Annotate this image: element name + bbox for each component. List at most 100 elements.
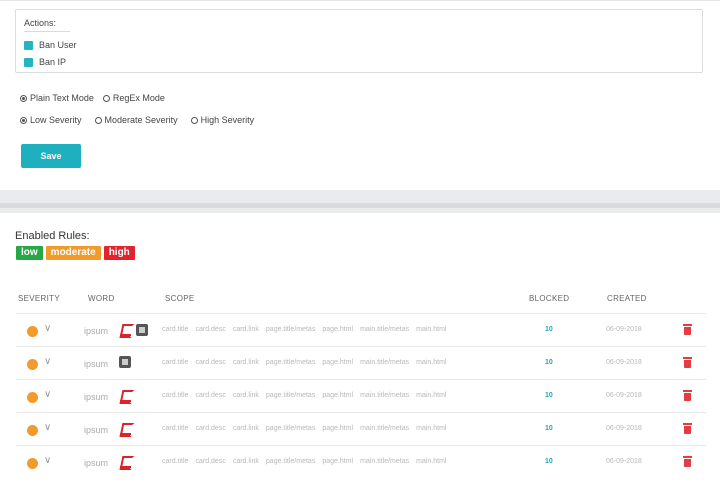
rule-word: ipsum (84, 359, 109, 369)
scope-label: page.title/metas (265, 392, 316, 399)
word-column-header[interactable]: WORD (88, 294, 115, 303)
low-severity-label: Low Severity (30, 115, 82, 125)
scope-label: page.title/metas (265, 326, 316, 333)
radio-unselected-icon[interactable] (190, 116, 198, 124)
rule-scopes: card.title card.desc card.link page.title/m… (162, 425, 453, 432)
moderate-badge: moderate (45, 246, 101, 260)
trash-icon[interactable] (683, 324, 692, 335)
severity-column-header[interactable]: SEVERITY (18, 294, 60, 303)
chevron-down-icon[interactable]: ∨ (44, 455, 51, 466)
chevron-down-icon[interactable]: ∨ (44, 323, 51, 334)
ban-ip-checkbox[interactable]: Ban IP (24, 57, 66, 67)
rule-row: ∨ ipsum card.title card.desc card.link page.t… (16, 379, 706, 412)
plain-text-mode-radio[interactable]: Plain Text Mode (20, 93, 94, 103)
high-badge: high (103, 246, 135, 260)
created-column-header[interactable]: CREATED (607, 294, 647, 303)
rule-row: ∨ ipsum card.title card.desc card.link page.t… (16, 346, 706, 379)
blocked-column-header[interactable]: BLOCKED (529, 294, 569, 303)
plain-text-mode-label: Plain Text Mode (30, 93, 94, 103)
scope-label: card.title (162, 392, 189, 399)
scope-label: page.title/metas (265, 359, 316, 366)
ban-user-checkbox[interactable]: Ban User (24, 40, 77, 50)
severity-radio-group: Low Severity Moderate Severity High Seve… (20, 115, 263, 125)
scope-label: page.html (322, 359, 354, 366)
scope-label: page.html (322, 326, 354, 333)
scope-label: page.title/metas (265, 458, 316, 465)
scope-label: card.desc (195, 359, 226, 366)
mode-radio-group: Plain Text Mode RegEx Mode (20, 93, 174, 103)
scope-label: main.html (416, 425, 447, 432)
regex-mode-radio[interactable]: RegEx Mode (102, 93, 165, 103)
enabled-rules-panel: Enabled Rules: low moderate high SEVERIT… (0, 213, 720, 480)
section-divider (0, 203, 720, 208)
save-button[interactable]: Save (21, 144, 81, 168)
trash-icon[interactable] (683, 456, 692, 467)
low-badge: low (16, 246, 43, 260)
trash-icon[interactable] (683, 423, 692, 434)
moderate-severity-label: Moderate Severity (104, 115, 178, 125)
scope-label: main.html (416, 392, 447, 399)
scope-label: main.title/metas (360, 425, 410, 432)
pdf-icon (119, 422, 131, 435)
created-date: 06-09-2018 (606, 392, 642, 399)
rule-word: ipsum (84, 392, 109, 402)
blocked-count[interactable]: 10 (545, 392, 553, 399)
blocked-count[interactable]: 10 (545, 458, 553, 465)
rule-type-icons (119, 422, 136, 435)
scope-label: page.title/metas (265, 425, 316, 432)
radio-unselected-icon[interactable] (102, 94, 110, 102)
scope-label: main.html (416, 359, 447, 366)
low-severity-radio[interactable]: Low Severity (20, 115, 82, 125)
scope-label: page.html (322, 425, 354, 432)
radio-unselected-icon[interactable] (94, 116, 102, 124)
rule-word: ipsum (84, 425, 109, 435)
high-severity-radio[interactable]: High Severity (190, 115, 254, 125)
rule-scopes: card.title card.desc card.link page.title/m… (162, 392, 453, 399)
rule-type-icons (119, 356, 131, 368)
chevron-down-icon[interactable]: ∨ (44, 356, 51, 367)
scope-label: card.title (162, 458, 189, 465)
rule-row: ∨ ipsum card.title card.desc card.link page.t… (16, 313, 706, 346)
checkbox-checked-icon[interactable] (24, 57, 33, 67)
scope-label: page.html (322, 392, 354, 399)
pdf-icon (119, 455, 131, 468)
rule-form-panel: Actions: Ban User Ban IP Plain Text Mode… (0, 0, 720, 190)
scope-label: card.desc (195, 326, 226, 333)
scope-label: card.link (232, 392, 259, 399)
chevron-down-icon[interactable]: ∨ (44, 422, 51, 433)
rule-row: ∨ ipsum card.title card.desc card.link page.t… (16, 445, 706, 478)
scope-label: card.link (232, 326, 259, 333)
blocked-count[interactable]: 10 (545, 359, 553, 366)
actions-box: Actions: Ban User Ban IP (15, 9, 703, 73)
scope-label: card.title (162, 359, 189, 366)
pdf-icon (119, 323, 131, 336)
ban-user-label: Ban User (39, 40, 77, 50)
scope-label: card.link (232, 458, 259, 465)
trash-icon[interactable] (683, 357, 692, 368)
rule-row: ∨ ipsum card.title card.desc card.link page.t… (16, 412, 706, 445)
chevron-down-icon[interactable]: ∨ (44, 389, 51, 400)
created-date: 06-09-2018 (606, 425, 642, 432)
radio-selected-icon[interactable] (20, 116, 27, 124)
blocked-count[interactable]: 10 (545, 326, 553, 333)
severity-legend: low moderate high (16, 246, 138, 260)
scope-label: card.link (232, 359, 259, 366)
severity-dot-icon (27, 425, 38, 436)
scope-column-header[interactable]: SCOPE (165, 294, 195, 303)
severity-dot-icon (27, 326, 38, 337)
moderate-severity-radio[interactable]: Moderate Severity (94, 115, 178, 125)
radio-selected-icon[interactable] (20, 94, 27, 102)
scope-label: main.html (416, 326, 447, 333)
enabled-rules-title: Enabled Rules: (15, 230, 90, 242)
rule-word: ipsum (84, 326, 109, 336)
blocked-count[interactable]: 10 (545, 425, 553, 432)
severity-dot-icon (27, 359, 38, 370)
scope-label: main.title/metas (360, 392, 410, 399)
regex-mode-label: RegEx Mode (112, 93, 165, 103)
rule-type-icons (119, 389, 136, 402)
scope-label: main.title/metas (360, 326, 410, 333)
trash-icon[interactable] (683, 390, 692, 401)
scope-label: card.title (162, 425, 189, 432)
checkbox-checked-icon[interactable] (24, 40, 33, 50)
rule-word: ipsum (84, 458, 109, 468)
